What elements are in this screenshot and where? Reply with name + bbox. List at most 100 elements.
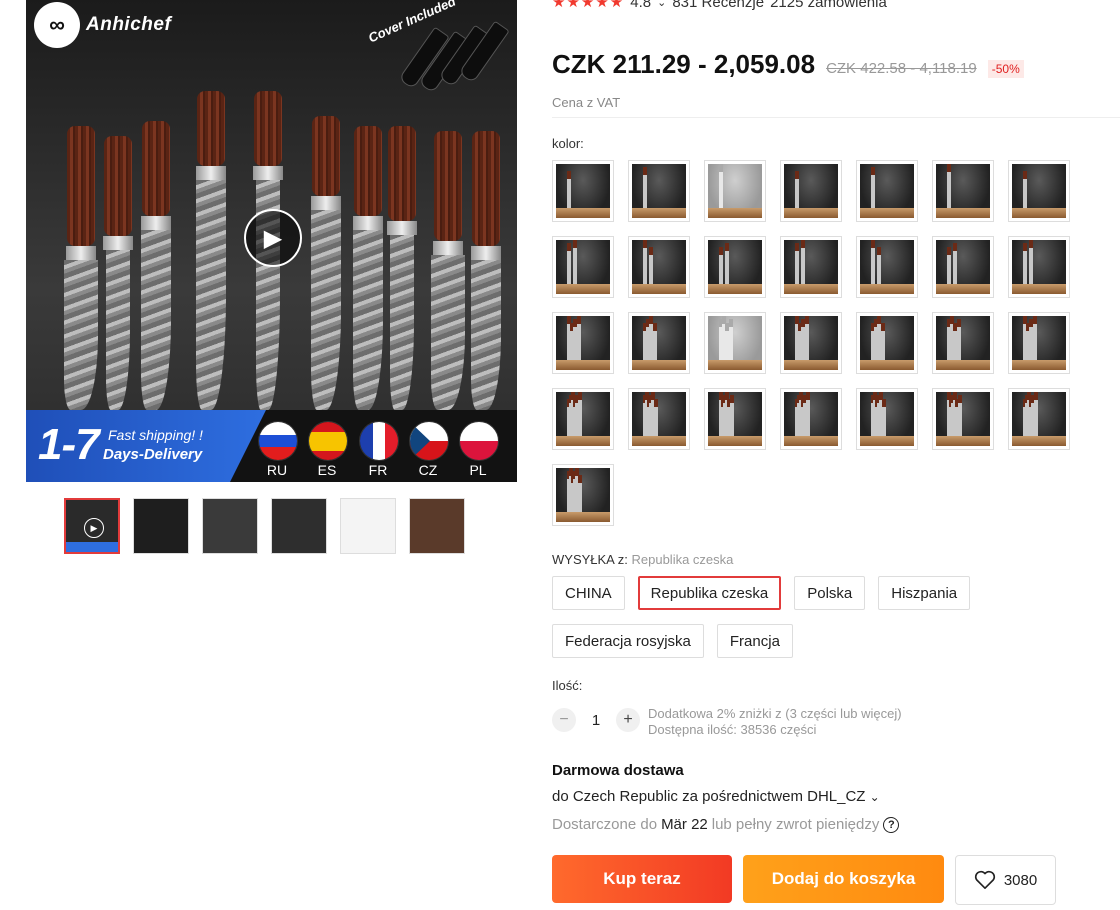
- quantity-increase-button[interactable]: +: [616, 708, 640, 732]
- shipping-route-text[interactable]: do Czech Republic za pośrednictwem DHL_C…: [552, 788, 865, 805]
- vat-note: Cena z VAT: [552, 95, 621, 110]
- knife-3: [136, 121, 176, 410]
- color-swatch[interactable]: [1008, 236, 1070, 298]
- color-swatch[interactable]: [1008, 388, 1070, 450]
- stock-available-text: Dostępna ilość: 38536 części: [648, 722, 817, 737]
- rating-chevron-icon[interactable]: ⌄: [657, 0, 666, 9]
- color-swatch[interactable]: [932, 236, 994, 298]
- divider: [552, 117, 1120, 118]
- color-swatch[interactable]: [704, 160, 766, 222]
- knife-10: [466, 131, 506, 410]
- color-swatch[interactable]: [704, 236, 766, 298]
- rating-row: ★★★★★ 4.8 ⌄ 831 Recenzje 2125 zamówienia: [552, 0, 887, 11]
- ships-from-option[interactable]: Hiszpania: [878, 576, 971, 610]
- gallery-thumbnail[interactable]: ▶: [64, 498, 120, 554]
- days-delivery-text: Days-Delivery: [103, 446, 203, 463]
- flag-label-es: ES: [317, 462, 337, 478]
- color-swatch[interactable]: [932, 312, 994, 374]
- color-swatch-grid: [552, 160, 1092, 526]
- gallery-thumbnail[interactable]: [409, 498, 465, 554]
- delivery-prefix: Dostarczone do: [552, 816, 658, 833]
- shipping-route-selector[interactable]: do Czech Republic za pośrednictwem DHL_C…: [552, 788, 880, 805]
- ships-from-option[interactable]: Francja: [716, 624, 793, 658]
- color-swatch[interactable]: [780, 388, 842, 450]
- color-swatch[interactable]: [1008, 312, 1070, 374]
- ships-from-value: Republika czeska: [631, 552, 734, 567]
- color-swatch[interactable]: [628, 236, 690, 298]
- quantity-decrease-button[interactable]: −: [552, 708, 576, 732]
- main-product-image[interactable]: ∞ Anhichef Cover Included ▶ 1-7 Fast shi…: [26, 0, 517, 482]
- color-swatch[interactable]: [856, 312, 918, 374]
- knife-2: [98, 136, 138, 410]
- color-swatch[interactable]: [780, 160, 842, 222]
- wishlist-count: 3080: [1003, 871, 1038, 889]
- orders-count: 2125 zamówienia: [770, 0, 887, 11]
- rating-stars-icon: ★★★★★: [552, 0, 625, 11]
- current-price: CZK 211.29 - 2,059.08: [552, 49, 816, 79]
- color-swatch[interactable]: [856, 236, 918, 298]
- color-swatch[interactable]: [552, 464, 614, 526]
- color-swatch[interactable]: [628, 160, 690, 222]
- color-label: kolor:: [552, 136, 584, 151]
- ships-from-option[interactable]: Republika czeska: [637, 576, 782, 610]
- color-swatch[interactable]: [552, 160, 614, 222]
- flag-es-icon: [308, 421, 348, 461]
- flag-cz-icon: [409, 421, 449, 461]
- cover-included-badge: Cover Included: [366, 0, 517, 94]
- add-to-cart-button[interactable]: Dodaj do koszyka: [743, 855, 944, 903]
- flag-label-fr: FR: [368, 462, 388, 478]
- knife-4: [191, 91, 231, 410]
- quantity-label: Ilość:: [552, 678, 583, 693]
- color-swatch[interactable]: [856, 160, 918, 222]
- color-swatch[interactable]: [552, 388, 614, 450]
- free-shipping-title: Darmowa dostawa: [552, 762, 684, 779]
- color-swatch[interactable]: [780, 236, 842, 298]
- brand-name: Anhichef: [86, 14, 172, 35]
- gallery-thumbnail[interactable]: [340, 498, 396, 554]
- color-swatch[interactable]: [628, 312, 690, 374]
- bulk-discount-text: Dodatkowa 2% zniżki z (3 części lub więc…: [648, 706, 902, 721]
- delivery-guarantee: lub pełny zwrot pieniędzy: [711, 816, 880, 833]
- color-swatch[interactable]: [856, 388, 918, 450]
- fast-shipping-text: Fast shipping! !: [108, 427, 203, 443]
- reviews-count[interactable]: 831 Recenzje: [672, 0, 764, 11]
- gallery-thumbnail[interactable]: [202, 498, 258, 554]
- ships-from-option[interactable]: Polska: [794, 576, 866, 610]
- color-swatch[interactable]: [704, 388, 766, 450]
- knife-9: [428, 131, 468, 410]
- delivery-estimate: Dostarczone do Mär 22 lub pełny zwrot pi…: [552, 816, 900, 833]
- color-swatch[interactable]: [552, 236, 614, 298]
- price-row: CZK 211.29 - 2,059.08 CZK 422.58 - 4,118…: [552, 49, 1024, 80]
- knife-8: [382, 126, 422, 410]
- quantity-value[interactable]: 1: [586, 712, 606, 729]
- quantity-info: Dodatkowa 2% zniżki z (3 części lub więc…: [648, 706, 902, 738]
- play-icon: ▶: [84, 518, 104, 538]
- color-swatch[interactable]: [932, 388, 994, 450]
- gallery-thumbnail[interactable]: [133, 498, 189, 554]
- flag-label-pl: PL: [469, 462, 487, 478]
- rating-value: 4.8: [630, 0, 652, 11]
- color-swatch[interactable]: [552, 312, 614, 374]
- ships-from-option[interactable]: Federacja rosyjska: [552, 624, 704, 658]
- gallery-thumbnail[interactable]: [271, 498, 327, 554]
- shipping-banner: 1-7 Fast shipping! ! Days-Delivery RU ES…: [26, 410, 517, 482]
- ships-from-options: CHINA Republika czeska Polska Hiszpania Fede…: [552, 576, 1072, 658]
- color-swatch[interactable]: [704, 312, 766, 374]
- discount-badge: -50%: [987, 60, 1024, 78]
- flag-fr-icon: [359, 421, 399, 461]
- color-swatch[interactable]: [932, 160, 994, 222]
- color-swatch[interactable]: [628, 388, 690, 450]
- flag-ru-icon: [258, 421, 298, 461]
- play-video-button[interactable]: ▶: [244, 209, 302, 267]
- color-swatch[interactable]: [780, 312, 842, 374]
- chevron-down-icon[interactable]: ⌄: [870, 790, 880, 804]
- wishlist-button[interactable]: 3080: [955, 855, 1056, 905]
- heart-icon: [974, 870, 995, 889]
- ships-from-option[interactable]: CHINA: [552, 576, 625, 610]
- buy-now-button[interactable]: Kup teraz: [552, 855, 732, 903]
- color-swatch[interactable]: [1008, 160, 1070, 222]
- brand-mark-icon: ∞: [34, 2, 80, 48]
- help-icon[interactable]: ?: [883, 816, 900, 833]
- quantity-stepper: − 1 +: [552, 708, 640, 732]
- knife-6: [306, 116, 346, 410]
